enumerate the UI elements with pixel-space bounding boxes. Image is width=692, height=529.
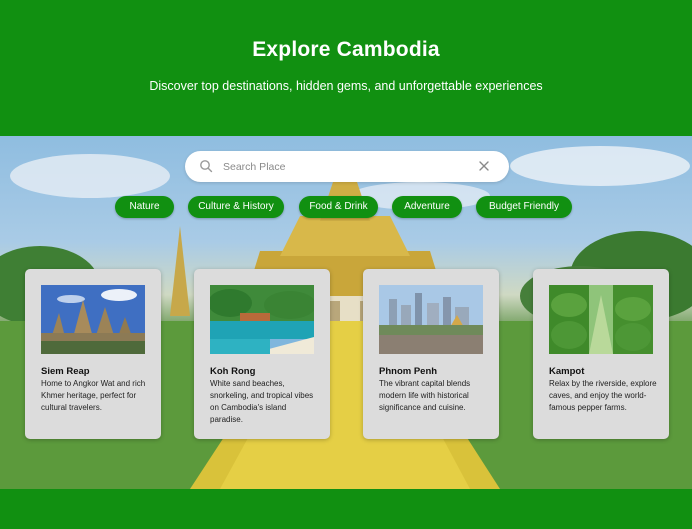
destination-description: Relax by the riverside, explore caves, a… bbox=[549, 379, 657, 412]
filter-chip-nature[interactable]: Nature bbox=[115, 196, 174, 218]
siem-reap-photo bbox=[41, 285, 145, 354]
destination-name: Phnom Penh bbox=[379, 366, 438, 377]
destination-card-kampot[interactable]: Kampot Relax by the riverside, explore c… bbox=[533, 269, 669, 439]
koh-rong-photo bbox=[210, 285, 314, 354]
search-bar[interactable] bbox=[185, 151, 509, 182]
filter-chip-budget-friendly[interactable]: Budget Friendly bbox=[476, 196, 572, 218]
destination-name: Kampot bbox=[549, 366, 585, 377]
search-icon bbox=[200, 160, 213, 173]
close-icon[interactable] bbox=[477, 159, 491, 173]
destination-description: The vibrant capital blends modern life w… bbox=[379, 379, 471, 412]
destination-card-phnom-penh[interactable]: Phnom Penh The vibrant capital blends mo… bbox=[363, 269, 499, 439]
page-header: Explore Cambodia Discover top destinatio… bbox=[0, 0, 692, 136]
destination-name: Siem Reap bbox=[41, 366, 90, 377]
destination-name: Koh Rong bbox=[210, 366, 256, 377]
destination-card-koh-rong[interactable]: Koh Rong White sand beaches, snorkeling,… bbox=[194, 269, 330, 439]
phnom-penh-photo bbox=[379, 285, 483, 354]
page-footer bbox=[0, 489, 692, 529]
filter-chips: Nature Culture & History Food & Drink Ad… bbox=[0, 196, 692, 220]
page-title: Explore Cambodia bbox=[252, 38, 440, 61]
filter-chip-adventure[interactable]: Adventure bbox=[392, 196, 462, 218]
destination-card-siem-reap[interactable]: Siem Reap Home to Angkor Wat and rich Kh… bbox=[25, 269, 161, 439]
page-subtitle: Discover top destinations, hidden gems, … bbox=[149, 79, 543, 93]
destination-description: Home to Angkor Wat and rich Khmer herita… bbox=[41, 379, 146, 412]
destination-description: White sand beaches, snorkeling, and trop… bbox=[210, 379, 314, 424]
filter-chip-culture-history[interactable]: Culture & History bbox=[188, 196, 284, 218]
filter-chip-food-drink[interactable]: Food & Drink bbox=[299, 196, 378, 218]
kampot-photo bbox=[549, 285, 653, 354]
search-input[interactable] bbox=[223, 157, 463, 176]
